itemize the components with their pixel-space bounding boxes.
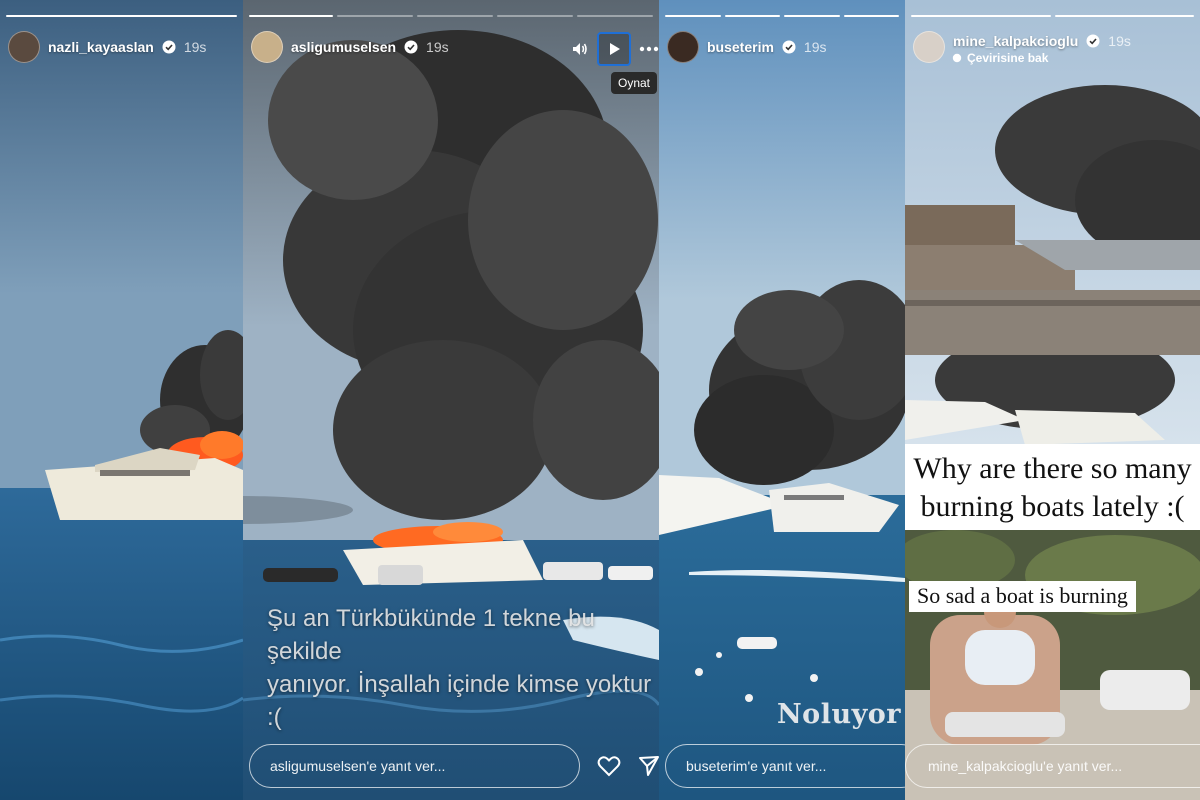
avatar[interactable]	[251, 31, 283, 63]
story-username[interactable]: mine_kalpakcioglu	[953, 33, 1078, 49]
avatar[interactable]	[667, 31, 699, 63]
play-icon	[610, 43, 620, 55]
verified-icon	[782, 40, 796, 54]
play-tooltip: Oynat	[610, 72, 657, 94]
progress-segment	[1054, 15, 1194, 17]
story-media-yacht-fire	[0, 0, 243, 800]
progress-segment	[249, 15, 333, 17]
story-age: 19s	[183, 39, 207, 55]
progress-segment	[6, 15, 237, 17]
meme-tag: So sad a boat is burning	[909, 581, 1136, 612]
volume-icon[interactable]	[571, 40, 589, 58]
story-username[interactable]: asligumuselsen	[291, 39, 396, 55]
meme-caption: Why are there so many burning boats late…	[905, 444, 1200, 530]
reply-input[interactable]: mine_kalpakcioglu'e yanıt ver...	[905, 744, 1200, 788]
progress-segment	[911, 15, 1051, 17]
progress-segment	[665, 15, 721, 17]
story-progress-bar	[911, 15, 1194, 17]
progress-segment	[497, 15, 573, 17]
story-header: buseterim 19s	[667, 30, 897, 64]
verified-icon	[162, 40, 176, 54]
stories-collage: nazli_kayaaslan 19s asligumuselsen 19s O…	[0, 0, 1200, 800]
story-caption: Şu an Türkbükünde 1 tekne bu şekilde yan…	[267, 602, 652, 734]
story-media-yacht-fire	[905, 0, 1200, 800]
story-panel-nazli[interactable]: nazli_kayaaslan 19s	[0, 0, 243, 800]
story-controls	[571, 32, 659, 66]
play-button[interactable]	[597, 32, 631, 66]
story-age: 19s	[426, 39, 449, 55]
story-username[interactable]: buseterim	[707, 39, 774, 55]
story-progress-bar	[665, 15, 899, 17]
progress-segment	[577, 15, 653, 17]
story-progress-bar	[6, 15, 237, 17]
reply-input[interactable]: buseterim'e yanıt ver...	[665, 744, 905, 788]
story-age: 19s	[803, 39, 827, 55]
story-username[interactable]: nazli_kayaaslan	[48, 39, 154, 55]
progress-segment	[417, 15, 493, 17]
translate-link[interactable]: Çevirisine bak	[952, 51, 1048, 65]
caption-line: Şu an Türkbükünde 1 tekne bu şekilde	[267, 605, 595, 665]
meme-line: burning boats lately :(	[920, 490, 1185, 523]
verified-icon	[404, 40, 418, 54]
progress-segment	[843, 15, 899, 17]
progress-segment	[337, 15, 413, 17]
more-icon[interactable]	[639, 46, 659, 52]
story-panel-buseterim[interactable]: buseterim 19s Noluyor buseterim'e yanıt …	[659, 0, 905, 800]
send-icon[interactable]	[635, 752, 659, 780]
heart-icon[interactable]	[595, 752, 623, 780]
avatar[interactable]	[8, 31, 40, 63]
avatar[interactable]	[913, 31, 945, 63]
translate-icon	[952, 53, 962, 63]
translate-label: Çevirisine bak	[967, 51, 1049, 65]
verified-icon	[1086, 34, 1100, 48]
story-progress-bar	[249, 15, 653, 17]
meme-line: Why are there so many	[913, 452, 1192, 485]
story-header: nazli_kayaaslan 19s	[8, 30, 235, 64]
progress-segment	[724, 15, 780, 17]
progress-segment	[784, 15, 840, 17]
story-panel-asligumuselsen[interactable]: asligumuselsen 19s Oynat Şu an Türkbükün…	[243, 0, 659, 800]
story-media-yacht-fire	[659, 0, 905, 800]
story-panel-mine[interactable]: mine_kalpakcioglu 19s Çevirisine bak Why…	[905, 0, 1200, 800]
story-header: asligumuselsen 19s	[251, 30, 539, 64]
reply-input[interactable]: asligumuselsen'e yanıt ver...	[249, 744, 580, 788]
caption-line: yanıyor. İnşallah içinde kimse yoktur :(	[267, 671, 652, 731]
story-age: 19s	[1108, 33, 1131, 49]
story-overlay-text: Noluyor	[777, 699, 901, 730]
